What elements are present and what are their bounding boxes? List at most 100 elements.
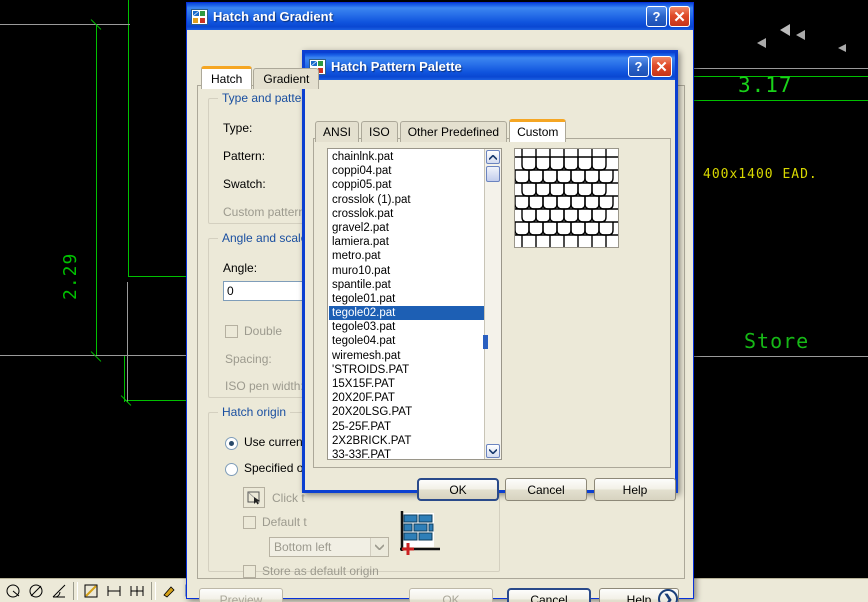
pattern-label: Pattern: [223, 149, 265, 163]
diameter-dimension-icon[interactable] [25, 581, 47, 601]
default-to-boundary-extents-label-text: Default t [262, 515, 307, 529]
tab-ansi[interactable]: ANSI [315, 121, 360, 142]
pattern-list-item[interactable]: wiremesh.pat [329, 349, 484, 363]
cad-arrow-glyph [780, 24, 790, 36]
palette-help-button[interactable]: Help [594, 478, 676, 501]
scroll-up-icon[interactable] [486, 150, 500, 164]
radius-dimension-icon[interactable] [2, 581, 24, 601]
default-to-boundary-extents-label: Default t [262, 515, 307, 529]
pattern-list-item[interactable]: 33-33F.PAT [329, 448, 484, 459]
pattern-list-item[interactable]: chainlnk.pat [329, 150, 484, 164]
cad-label-room-name: Store [744, 329, 810, 353]
use-current-origin-radio[interactable] [225, 437, 238, 450]
double-label: Double [244, 324, 282, 338]
tab-gradient[interactable]: Gradient [253, 68, 320, 89]
baseline-dimension-icon[interactable] [103, 581, 125, 601]
store-as-default-origin-label-text: Store as default origin [262, 564, 379, 578]
chevron-down-icon[interactable] [370, 538, 388, 556]
pattern-list-item[interactable]: lamiera.pat [329, 235, 484, 249]
pattern-list-item[interactable]: tegole03.pat [329, 320, 484, 334]
pattern-list-item[interactable]: tegole04.pat [329, 334, 484, 348]
cad-wall-line [128, 0, 129, 276]
iso-pen-width-label: ISO pen width: [225, 379, 304, 393]
cad-construction-line [0, 24, 130, 25]
pattern-list-box[interactable]: chainlnk.pat coppi04.pat coppi05.pat crossl… [327, 148, 502, 460]
quick-dimension-icon[interactable] [80, 581, 102, 601]
pattern-label-text: Pattern: [223, 149, 266, 163]
cad-construction-line [127, 282, 128, 402]
hatch-pattern-palette-dialog: Hatch Pattern Palette ? ✕ ANSI ISO Other… [302, 50, 678, 501]
angle-label-text: Angle: [223, 261, 258, 275]
pattern-list-item[interactable]: crosslok.pat [329, 207, 484, 221]
palette-cancel-button[interactable]: Cancel [505, 478, 587, 501]
hatch-dialog-close-icon[interactable]: ✕ [669, 6, 690, 27]
click-to-set-origin-label: Click t [272, 491, 305, 505]
hatch-dialog-titlebar[interactable]: Hatch and Gradient ? ✕ [187, 3, 693, 30]
pattern-list-item[interactable]: 15X15F.PAT [329, 377, 484, 391]
store-as-default-origin-checkbox[interactable] [243, 565, 256, 578]
type-label: Type: [223, 121, 252, 135]
cad-wall-line [124, 400, 186, 401]
pattern-list-item-selected[interactable]: tegole02.pat [329, 306, 484, 321]
cad-arrow-glyph [796, 30, 805, 40]
palette-ok-button[interactable]: OK [417, 478, 499, 501]
pattern-list-item[interactable]: muro10.pat [329, 264, 484, 278]
palette-dialog-body: ANSI ISO Other Predefined Custom chainln… [305, 80, 676, 501]
cad-wall-line [128, 276, 186, 277]
pattern-preview-swatch [514, 148, 619, 248]
pattern-list-item[interactable]: coppi05.pat [329, 178, 484, 192]
cad-label-window-size: 400x1400 EAD. [703, 167, 818, 182]
iso-pen-width-label-text: ISO pen width: [225, 379, 304, 393]
angular-dimension-icon[interactable] [48, 581, 70, 601]
cad-arrow-glyph [757, 38, 766, 48]
palette-dialog-title: Hatch Pattern Palette [331, 59, 462, 74]
tab-hatch[interactable]: Hatch [201, 66, 253, 89]
pick-origin-point-button[interactable] [243, 487, 265, 508]
toolbar-separator [73, 581, 78, 600]
shingle-pattern-preview-graphic [515, 149, 618, 247]
cad-dimension-text-horizontal: 3.17 [738, 73, 793, 97]
pattern-list-item[interactable]: 20X20LSG.PAT [329, 405, 484, 419]
pattern-list-item[interactable]: coppi04.pat [329, 164, 484, 178]
palette-tabstrip: ANSI ISO Other Predefined Custom [315, 119, 568, 142]
pattern-list-item[interactable]: 25-25F.PAT [329, 420, 484, 434]
cad-wall-line [694, 100, 868, 101]
custom-pattern-label-text: Custom pattern: [223, 205, 309, 219]
tab-custom[interactable]: Custom [509, 119, 567, 142]
scroll-down-icon[interactable] [486, 444, 500, 458]
pattern-list-item[interactable]: 'STROIDS.PAT [329, 363, 484, 377]
click-to-set-origin-label-text: Click t [272, 491, 305, 505]
angle-input[interactable] [223, 281, 311, 301]
hatch-cancel-button[interactable]: Cancel [507, 588, 591, 602]
hatch-dialog-help-icon[interactable]: ? [646, 6, 667, 27]
custom-pattern-label: Custom pattern: [223, 205, 308, 219]
tab-iso[interactable]: ISO [361, 121, 398, 142]
palette-dialog-close-icon[interactable]: ✕ [651, 56, 672, 77]
application-screen: 2.29 3.17 400x1400 EAD. Store Hatch and … [0, 0, 868, 602]
pattern-list-item[interactable]: crosslok (1).pat [329, 193, 484, 207]
scrollbar-thumb[interactable] [486, 166, 500, 182]
double-checkbox[interactable] [225, 325, 238, 338]
palette-dialog-help-icon[interactable]: ? [628, 56, 649, 77]
tab-other-predefined[interactable]: Other Predefined [399, 121, 508, 142]
pattern-list-item[interactable]: metro.pat [329, 249, 484, 263]
angle-and-scale-group-label: Angle and scale [218, 231, 312, 245]
pattern-list-item[interactable]: gravel2.pat [329, 221, 484, 235]
scrollbar-position-marker [483, 335, 488, 349]
pattern-list-scrollbar[interactable] [483, 149, 501, 459]
origin-position-combo[interactable]: Bottom left [269, 537, 389, 557]
palette-dialog-titlebar[interactable]: Hatch Pattern Palette ? ✕ [305, 53, 675, 80]
default-to-boundary-extents-checkbox[interactable] [243, 516, 256, 529]
pattern-list-item[interactable]: spantile.pat [329, 278, 484, 292]
hatch-origin-group-label: Hatch origin [218, 405, 291, 419]
pattern-list-items[interactable]: chainlnk.pat coppi04.pat coppi05.pat crossl… [328, 149, 484, 459]
continue-dimension-icon[interactable] [126, 581, 148, 601]
toolbar-separator [151, 581, 156, 600]
pattern-list-item[interactable]: tegole01.pat [329, 292, 484, 306]
specified-origin-radio[interactable] [225, 463, 238, 476]
pattern-list-item[interactable]: 20X20F.PAT [329, 391, 484, 405]
expand-dialog-button[interactable]: ❯ [658, 589, 678, 602]
dimension-edit-icon[interactable] [158, 581, 180, 601]
pattern-list-item[interactable]: 2X2BRICK.PAT [329, 434, 484, 448]
cad-wall-line [124, 356, 125, 402]
